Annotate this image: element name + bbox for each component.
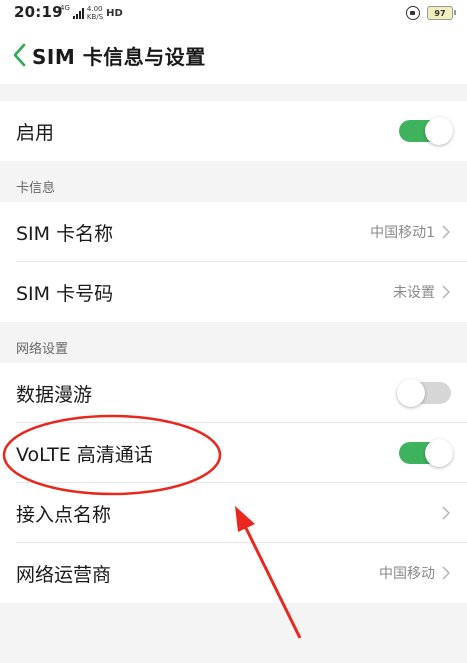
status-time: 20:19 <box>14 3 63 21</box>
carrier-row[interactable]: 网络运营商 中国移动 <box>0 543 467 603</box>
sim-number-label: SIM 卡号码 <box>16 282 114 305</box>
battery-level: 97 <box>434 8 446 18</box>
page-title: SIM 卡信息与设置 <box>32 44 206 69</box>
title-bar: SIM 卡信息与设置 <box>0 26 467 84</box>
sim-number-row[interactable]: SIM 卡号码 未设置 <box>0 262 467 322</box>
back-button[interactable] <box>8 40 30 70</box>
enable-label: 启用 <box>16 121 55 144</box>
network-type-label: 4G <box>60 4 70 12</box>
chevron-left-icon <box>13 43 26 67</box>
bottom-fill <box>0 603 467 663</box>
enable-toggle[interactable] <box>399 117 453 145</box>
enable-row[interactable]: 启用 <box>0 101 467 161</box>
chevron-right-icon <box>441 505 451 521</box>
data-roaming-label: 数据漫游 <box>16 383 93 406</box>
sim-name-label: SIM 卡名称 <box>16 222 114 245</box>
toggle-knob <box>425 117 453 145</box>
speed-value: 4.00 <box>86 5 103 13</box>
spacer <box>0 84 467 101</box>
network-speed: 4.00 KB/S <box>87 5 103 21</box>
toggle-knob <box>397 379 425 407</box>
chevron-right-icon <box>441 284 451 300</box>
apn-label: 接入点名称 <box>16 503 112 526</box>
chevron-right-icon <box>441 565 451 581</box>
volte-label: VoLTE 高清通话 <box>16 443 153 466</box>
status-bar: 20:19 4G 4.00 KB/S HD 97 <box>0 0 467 26</box>
card-info-section-header: 卡信息 <box>0 161 467 202</box>
sim-name-value: 中国移动1 <box>370 225 435 241</box>
volte-toggle[interactable] <box>399 439 453 467</box>
hd-icon: HD <box>106 7 123 19</box>
data-roaming-toggle[interactable] <box>397 379 451 407</box>
status-icons-left: 4G 4.00 KB/S HD <box>60 4 123 22</box>
network-section-header: 网络设置 <box>0 322 467 363</box>
apn-row[interactable]: 接入点名称 <box>0 483 467 543</box>
rotation-lock-icon <box>406 6 420 20</box>
data-roaming-row[interactable]: 数据漫游 <box>0 363 467 423</box>
speed-unit: KB/S <box>86 13 104 21</box>
carrier-label: 网络运营商 <box>16 563 112 586</box>
carrier-value: 中国移动 <box>379 566 435 582</box>
settings-list: 启用 卡信息 SIM 卡名称 中国移动1 SIM 卡号码 未设置 网络设置 数据… <box>0 84 467 663</box>
sim-number-value: 未设置 <box>393 285 435 301</box>
signal-icon <box>72 7 84 19</box>
toggle-knob <box>425 439 453 467</box>
battery-icon: 97 <box>427 6 456 20</box>
status-icons-right: 97 <box>406 4 456 22</box>
chevron-right-icon <box>441 224 451 240</box>
volte-row[interactable]: VoLTE 高清通话 <box>0 423 467 483</box>
sim-name-row[interactable]: SIM 卡名称 中国移动1 <box>0 202 467 262</box>
